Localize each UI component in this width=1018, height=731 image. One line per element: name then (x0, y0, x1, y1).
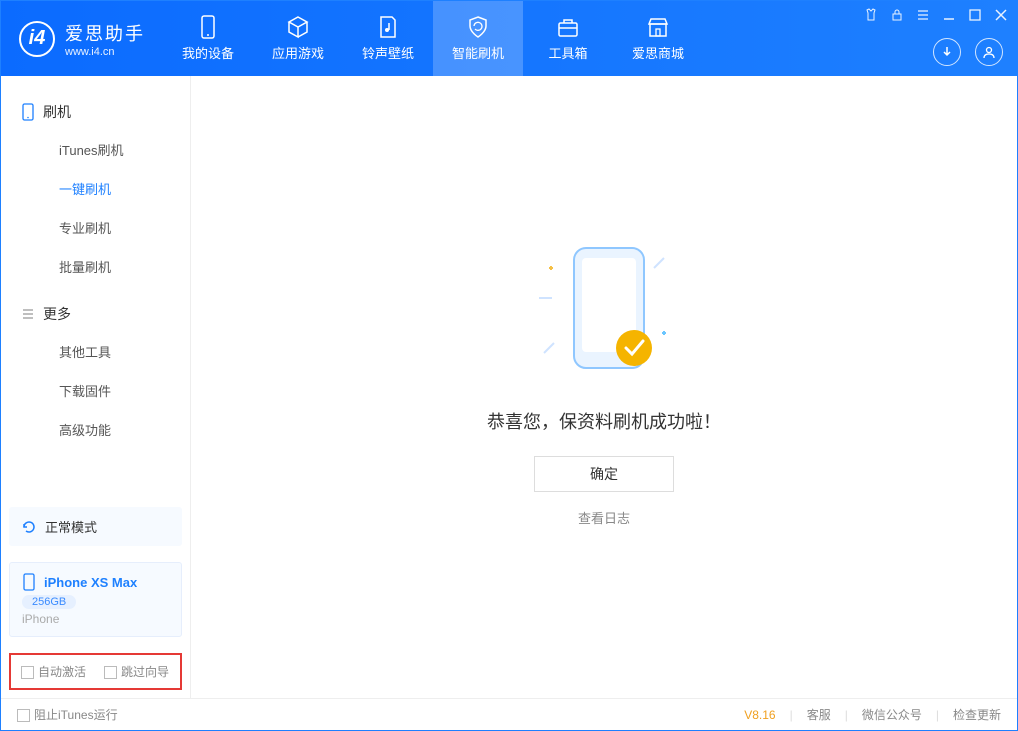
check-update-link[interactable]: 检查更新 (953, 706, 1001, 723)
ok-button[interactable]: 确定 (534, 456, 674, 492)
logo-area: i4 爱思助手 www.i4.cn (1, 20, 163, 58)
device-box[interactable]: iPhone XS Max 256GB iPhone (9, 562, 182, 637)
wechat-link[interactable]: 微信公众号 (862, 706, 922, 723)
checkbox-label: 跳过向导 (121, 665, 169, 679)
lock-icon[interactable] (889, 7, 905, 23)
checkbox-icon (17, 709, 30, 722)
window-controls (863, 7, 1009, 23)
close-icon[interactable] (993, 7, 1009, 23)
success-message: 恭喜您，保资料刷机成功啦！ (487, 408, 721, 434)
logo-icon: i4 (19, 21, 55, 57)
group-title: 更多 (43, 304, 71, 324)
main-content: 恭喜您，保资料刷机成功啦！ 确定 查看日志 (191, 76, 1017, 698)
device-capacity: 256GB (22, 595, 76, 609)
success-illustration (559, 248, 649, 378)
checkbox-auto-activate[interactable]: 自动激活 (21, 663, 86, 680)
sidebar-item-advanced[interactable]: 高级功能 (1, 410, 190, 449)
tab-label: 铃声壁纸 (362, 43, 414, 62)
separator: | (790, 708, 793, 722)
tab-label: 应用游戏 (272, 43, 324, 62)
phone-icon (21, 103, 35, 121)
sidebar-item-download-firmware[interactable]: 下载固件 (1, 371, 190, 410)
download-button[interactable] (933, 38, 961, 66)
version-label: V8.16 (744, 708, 775, 722)
sidebar: 刷机 iTunes刷机 一键刷机 专业刷机 批量刷机 更多 其他工具 下载固件 … (1, 76, 191, 698)
cube-icon (286, 15, 310, 39)
view-log-link[interactable]: 查看日志 (578, 508, 630, 527)
header-right-buttons (933, 38, 1003, 66)
options-row: 自动激活 跳过向导 (9, 653, 182, 690)
sidebar-main: 刷机 iTunes刷机 一键刷机 专业刷机 批量刷机 更多 其他工具 下载固件 … (1, 76, 190, 499)
tab-label: 智能刷机 (452, 43, 504, 62)
toolbox-icon (556, 15, 580, 39)
tab-smart-flash[interactable]: 智能刷机 (433, 1, 523, 76)
footer-right: V8.16 | 客服 | 微信公众号 | 检查更新 (744, 706, 1001, 723)
sidebar-group-flash: 刷机 (1, 94, 190, 130)
music-file-icon (376, 15, 400, 39)
separator: | (845, 708, 848, 722)
mode-label: 正常模式 (45, 517, 97, 536)
tab-toolbox[interactable]: 工具箱 (523, 1, 613, 76)
tab-ringtones-wallpapers[interactable]: 铃声壁纸 (343, 1, 433, 76)
sidebar-group-more: 更多 (1, 296, 190, 332)
sidebar-item-pro-flash[interactable]: 专业刷机 (1, 208, 190, 247)
device-type: iPhone (22, 612, 169, 626)
sidebar-item-itunes-flash[interactable]: iTunes刷机 (1, 130, 190, 169)
app-name: 爱思助手 (65, 20, 145, 46)
footer-bar: 阻止iTunes运行 V8.16 | 客服 | 微信公众号 | 检查更新 (1, 698, 1017, 730)
menu-icon[interactable] (915, 7, 931, 23)
logo-text: 爱思助手 www.i4.cn (65, 20, 145, 58)
header-bar: i4 爱思助手 www.i4.cn 我的设备 应用游戏 铃声壁纸 智能刷机 工具… (1, 1, 1017, 76)
tab-label: 爱思商城 (632, 43, 684, 62)
mode-box[interactable]: 正常模式 (9, 507, 182, 546)
sidebar-item-oneclick-flash[interactable]: 一键刷机 (1, 169, 190, 208)
tab-my-device[interactable]: 我的设备 (163, 1, 253, 76)
checkbox-label: 自动激活 (38, 665, 86, 679)
tab-label: 工具箱 (548, 43, 587, 62)
tab-label: 我的设备 (182, 43, 234, 62)
list-icon (21, 307, 35, 321)
body-area: 刷机 iTunes刷机 一键刷机 专业刷机 批量刷机 更多 其他工具 下载固件 … (1, 76, 1017, 698)
group-title: 刷机 (43, 102, 71, 122)
header-tabs: 我的设备 应用游戏 铃声壁纸 智能刷机 工具箱 爱思商城 (163, 1, 703, 76)
app-site: www.i4.cn (65, 46, 145, 58)
separator: | (936, 708, 939, 722)
device-name: iPhone XS Max (44, 575, 137, 590)
sidebar-item-other-tools[interactable]: 其他工具 (1, 332, 190, 371)
shirt-icon[interactable] (863, 7, 879, 23)
checkbox-icon (104, 666, 117, 679)
user-button[interactable] (975, 38, 1003, 66)
maximize-icon[interactable] (967, 7, 983, 23)
refresh-icon (21, 519, 37, 535)
checkbox-label: 阻止iTunes运行 (34, 708, 118, 722)
checkbox-icon (21, 666, 34, 679)
minimize-icon[interactable] (941, 7, 957, 23)
checkbox-block-itunes[interactable]: 阻止iTunes运行 (17, 706, 118, 723)
device-icon (196, 15, 220, 39)
device-small-icon (22, 573, 36, 591)
shop-icon (646, 15, 670, 39)
tab-store[interactable]: 爱思商城 (613, 1, 703, 76)
sidebar-item-batch-flash[interactable]: 批量刷机 (1, 247, 190, 286)
shield-refresh-icon (466, 15, 490, 39)
checkbox-skip-guide[interactable]: 跳过向导 (104, 663, 169, 680)
support-link[interactable]: 客服 (807, 706, 831, 723)
tab-apps-games[interactable]: 应用游戏 (253, 1, 343, 76)
